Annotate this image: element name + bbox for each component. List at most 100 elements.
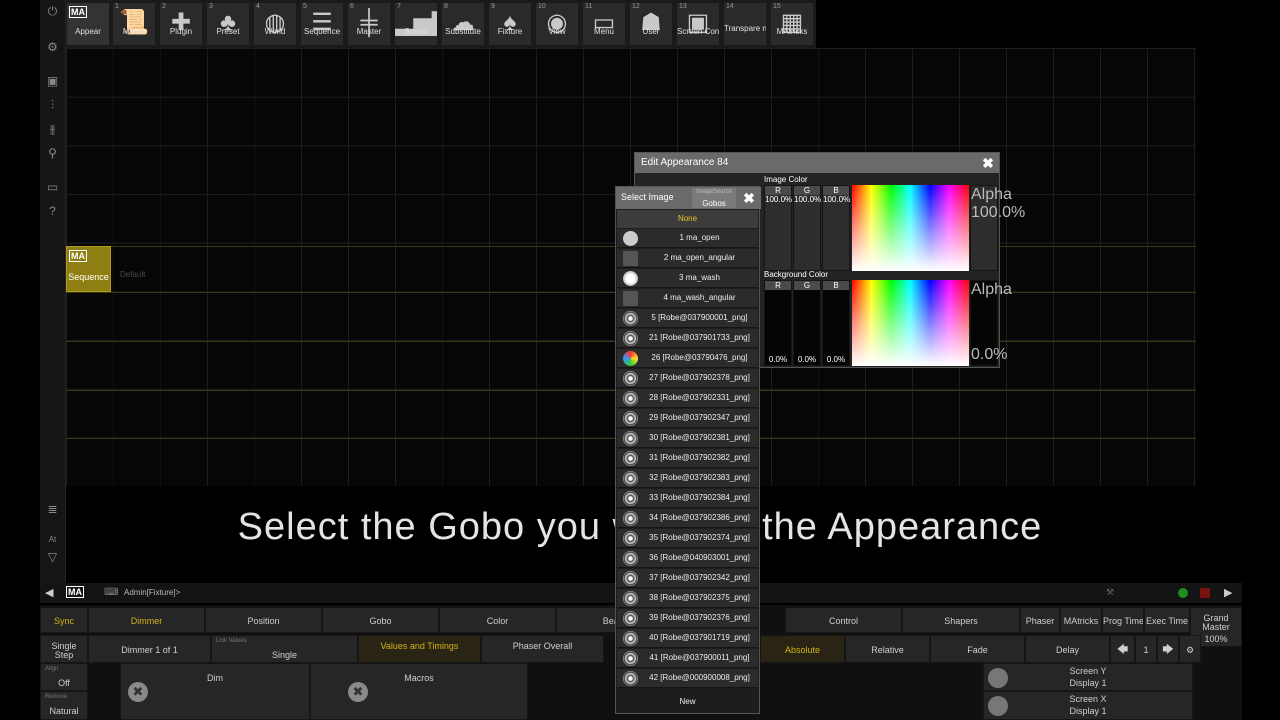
help-icon[interactable]: ?: [45, 204, 60, 219]
link-values-button[interactable]: Link Values Single: [211, 635, 358, 663]
image-list-item[interactable]: 37 [Robe@037902342_png]: [617, 569, 758, 588]
display-icon[interactable]: ▭: [45, 180, 60, 195]
keyboard-icon[interactable]: ⌨: [104, 587, 118, 598]
tab-dimmer[interactable]: Dimmer: [88, 607, 205, 633]
image-list-item[interactable]: 41 [Robe@037900011_png]: [617, 649, 758, 668]
close-icon[interactable]: ✖: [981, 156, 995, 170]
command-line-input[interactable]: Admin[Fixture]>: [124, 588, 180, 597]
image-list-item[interactable]: 33 [Robe@037902384_png]: [617, 489, 758, 508]
new-image-button[interactable]: New: [617, 693, 758, 711]
page-prev-icon[interactable]: 🡄: [1110, 635, 1135, 663]
image-list-item[interactable]: 40 [Robe@037901719_png]: [617, 629, 758, 648]
faders-icon[interactable]: ⫶: [45, 98, 60, 113]
image-color-r[interactable]: R 100.0%: [764, 185, 792, 271]
image-list-item[interactable]: 31 [Robe@037902382_png]: [617, 449, 758, 468]
phaser-overall-button[interactable]: Phaser Overall: [481, 635, 604, 663]
encoder-settings-icon[interactable]: ⚙: [1179, 635, 1201, 663]
image-list-item[interactable]: 21 [Robe@037901733_png]: [617, 329, 758, 348]
matricks-pool-button[interactable]: 15 ▦ MAtricks: [770, 2, 814, 46]
tab-color[interactable]: Color: [439, 607, 556, 633]
image-color-spectrum[interactable]: [852, 185, 969, 271]
filter-icon[interactable]: ▽: [45, 550, 60, 565]
delay-button[interactable]: Delay: [1025, 635, 1110, 663]
absolute-button[interactable]: Absolute: [760, 635, 845, 663]
appearance-pool-button[interactable]: MA Appear: [66, 2, 110, 46]
plugin-pool-button[interactable]: 2 ✚ Plugin: [159, 2, 203, 46]
macro-pool-button[interactable]: 1 📜 Macro: [112, 2, 156, 46]
none-option[interactable]: None: [617, 210, 758, 228]
image-list-item[interactable]: 42 [Robe@000900008_png]: [617, 669, 758, 688]
image-list-item[interactable]: 2 ma_open_angular: [617, 249, 758, 268]
image-list-item[interactable]: 32 [Robe@037902383_png]: [617, 469, 758, 488]
transparent-pool-button[interactable]: 14 Transpare nt: [723, 2, 767, 46]
prog-time-button[interactable]: Prog Time: [1102, 607, 1144, 633]
chevron-left-icon[interactable]: ◀: [45, 586, 53, 599]
image-list-item[interactable]: 26 [Robe@03790476_png]: [617, 349, 758, 368]
screen-x-encoder[interactable]: Screen X Display 1: [983, 691, 1193, 720]
encoder-macros[interactable]: Macros ✖: [310, 663, 528, 720]
relative-button[interactable]: Relative: [845, 635, 930, 663]
image-list-item[interactable]: 5 [Robe@037900001_png]: [617, 309, 758, 328]
screen-config-pool-button[interactable]: 13▣Screen Config: [676, 2, 720, 46]
align-button[interactable]: Align Off: [40, 663, 88, 691]
tools-icon[interactable]: ⚒: [1106, 587, 1114, 598]
single-step-button[interactable]: Single Step: [40, 635, 88, 663]
user-pool-button[interactable]: 12 ☗ User: [629, 2, 673, 46]
page-next-icon[interactable]: 🡆: [1157, 635, 1179, 663]
chevron-right-icon[interactable]: ▶: [1224, 586, 1232, 599]
search-icon[interactable]: ⚲: [45, 146, 60, 161]
save-icon[interactable]: ▣: [45, 74, 60, 89]
tab-shapers[interactable]: Shapers: [902, 607, 1020, 633]
background-color-r[interactable]: R 0.0%: [764, 280, 792, 366]
image-list-item[interactable]: 34 [Robe@037902386_png]: [617, 509, 758, 528]
values-and-timings-button[interactable]: Values and Timings: [358, 635, 481, 663]
substitute-pool-button[interactable]: 8 ☁ Substitute: [441, 2, 485, 46]
image-color-g[interactable]: G 100.0%: [793, 185, 821, 271]
image-list-item[interactable]: 1 ma_open: [617, 229, 758, 248]
screen-y-encoder[interactable]: Screen Y Display 1: [983, 663, 1193, 691]
tab-position[interactable]: Position: [205, 607, 322, 633]
encoders-icon[interactable]: ⫵: [45, 122, 60, 137]
image-list-item[interactable]: 35 [Robe@037902374_png]: [617, 529, 758, 548]
preset-pool-button[interactable]: 3 ♣ Preset: [206, 2, 250, 46]
exec-time-button[interactable]: Exec Time: [1144, 607, 1190, 633]
background-color-alpha[interactable]: Alpha 0.0%: [970, 280, 1012, 366]
image-list-item[interactable]: 36 [Robe@040903001_png]: [617, 549, 758, 568]
encoder-knob-icon[interactable]: ✖: [128, 682, 148, 702]
settings-gear-icon[interactable]: ⚙: [45, 40, 60, 55]
fixture-pool-button[interactable]: 9 ♠ Fixture: [488, 2, 532, 46]
background-color-spectrum[interactable]: [852, 280, 969, 366]
image-list-item[interactable]: 29 [Robe@037902347_png]: [617, 409, 758, 428]
image-source-selector[interactable]: ImageSource Gobos: [692, 188, 736, 208]
image-list-item[interactable]: 27 [Robe@037902378_png]: [617, 369, 758, 388]
image-color-alpha[interactable]: Alpha 100.0%: [970, 185, 1025, 271]
encoder-knob-icon[interactable]: ✖: [348, 682, 368, 702]
image-list-item[interactable]: 39 [Robe@037902376_png]: [617, 609, 758, 628]
close-icon[interactable]: ✖: [742, 191, 756, 205]
image-list-item[interactable]: 4 ma_wash_angular: [617, 289, 758, 308]
view-pool-button[interactable]: 10 ◉ View: [535, 2, 579, 46]
menu-pool-button[interactable]: 11 ▭ Menu: [582, 2, 626, 46]
background-color-g[interactable]: G 0.0%: [793, 280, 821, 366]
image-list-item[interactable]: 38 [Robe@037902375_png]: [617, 589, 758, 608]
tab-phaser[interactable]: Phaser: [1020, 607, 1060, 633]
sequence-pool-button[interactable]: 5 ☰ Sequence: [300, 2, 344, 46]
encoder-dim[interactable]: Dim ✖: [120, 663, 310, 720]
tab-matricks[interactable]: MAtricks: [1060, 607, 1102, 633]
image-list-item[interactable]: 3 ma_wash: [617, 269, 758, 288]
sound-pool-button[interactable]: 7▂▅▇Sound: [394, 2, 438, 46]
background-color-b[interactable]: B 0.0%: [822, 280, 850, 366]
tab-gobo[interactable]: Gobo: [322, 607, 439, 633]
image-color-b[interactable]: B 100.0%: [822, 185, 850, 271]
world-pool-button[interactable]: 4 ◍ World: [253, 2, 297, 46]
sequence-pool-tile[interactable]: MA Sequence: [66, 246, 111, 292]
tab-control[interactable]: Control: [785, 607, 902, 633]
image-list-item[interactable]: 28 [Robe@037902331_png]: [617, 389, 758, 408]
sync-button[interactable]: Sync: [40, 607, 88, 633]
image-list-item[interactable]: 30 [Robe@037902381_png]: [617, 429, 758, 448]
gobo-thumbnail-icon: [623, 531, 638, 546]
master-pool-button[interactable]: 6 ╪ Master: [347, 2, 391, 46]
remove-button[interactable]: Remove Natural: [40, 691, 88, 720]
power-icon[interactable]: ⏻: [45, 4, 60, 19]
fade-button[interactable]: Fade: [930, 635, 1025, 663]
